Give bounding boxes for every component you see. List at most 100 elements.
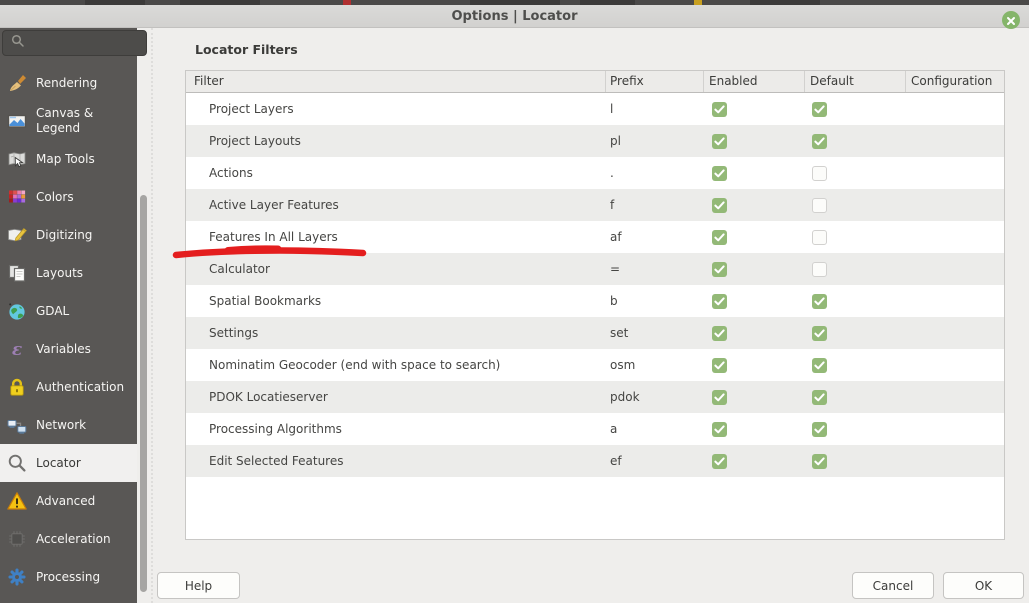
checked-checkbox[interactable] [712, 454, 727, 469]
cancel-button[interactable]: Cancel [852, 572, 934, 599]
checked-checkbox[interactable] [712, 198, 727, 213]
filter-name-cell: PDOK Locatieserver [186, 390, 606, 404]
sidebar-item-variables[interactable]: ε Variables [0, 330, 137, 368]
sidebar: RenderingCanvas & LegendMap ToolsColorsD… [0, 28, 137, 603]
table-row-project-layers[interactable]: Project Layersl [186, 93, 1004, 125]
column-header-configuration[interactable]: Configuration [906, 71, 1004, 92]
filter-name-cell: Project Layouts [186, 134, 606, 148]
table-row-edit-selected-features[interactable]: Edit Selected Featuresef [186, 445, 1004, 477]
splitter-handle[interactable] [151, 28, 153, 603]
enabled-cell [704, 454, 805, 469]
checked-checkbox[interactable] [812, 390, 827, 405]
sidebar-item-locator[interactable]: Locator [0, 444, 137, 482]
column-header-filter[interactable]: Filter [186, 71, 606, 92]
checked-checkbox[interactable] [812, 358, 827, 373]
titlebar[interactable]: Options | Locator [0, 5, 1029, 28]
table-row-nominatim-geocoder-end-with-space-to-search[interactable]: Nominatim Geocoder (end with space to se… [186, 349, 1004, 381]
close-button[interactable] [1002, 11, 1020, 29]
enabled-cell [704, 262, 805, 277]
table-row-processing-algorithms[interactable]: Processing Algorithmsa [186, 413, 1004, 445]
table-row-calculator[interactable]: Calculator= [186, 253, 1004, 285]
sidebar-item-advanced[interactable]: Advanced [0, 482, 137, 520]
warning-icon [7, 491, 27, 511]
column-header-prefix[interactable]: Prefix [606, 71, 704, 92]
unchecked-checkbox[interactable] [812, 166, 827, 181]
checked-checkbox[interactable] [712, 102, 727, 117]
checked-checkbox[interactable] [712, 294, 727, 309]
sidebar-item-label: Variables [36, 342, 134, 357]
enabled-cell [704, 390, 805, 405]
sidebar-search-input[interactable] [2, 30, 147, 56]
ok-button[interactable]: OK [943, 572, 1024, 599]
paintbrush-icon [7, 73, 27, 93]
default-cell [805, 422, 906, 437]
sidebar-item-label: Layouts [36, 266, 134, 281]
sidebar-item-rendering[interactable]: Rendering [0, 64, 137, 102]
sidebar-item-acceleration[interactable]: Acceleration [0, 520, 137, 558]
table-row-spatial-bookmarks[interactable]: Spatial Bookmarksb [186, 285, 1004, 317]
default-cell [805, 454, 906, 469]
layouts-icon [7, 263, 27, 283]
unchecked-checkbox[interactable] [812, 262, 827, 277]
default-cell [805, 294, 906, 309]
sidebar-item-label: Advanced [36, 494, 134, 509]
default-cell [805, 358, 906, 373]
checked-checkbox[interactable] [712, 230, 727, 245]
globe-icon [7, 301, 27, 321]
sidebar-item-gdal[interactable]: GDAL [0, 292, 137, 330]
column-header-default[interactable]: Default [805, 71, 906, 92]
epsilon-icon: ε [7, 339, 27, 359]
checked-checkbox[interactable] [712, 358, 727, 373]
sidebar-item-layouts[interactable]: Layouts [0, 254, 137, 292]
sidebar-nav: RenderingCanvas & LegendMap ToolsColorsD… [0, 64, 137, 596]
sidebar-item-processing[interactable]: Processing [0, 558, 137, 596]
sidebar-item-label: Processing [36, 570, 134, 585]
enabled-cell [704, 230, 805, 245]
checked-checkbox[interactable] [712, 262, 727, 277]
checked-checkbox[interactable] [712, 390, 727, 405]
close-icon [1006, 11, 1016, 30]
prefix-cell: set [606, 326, 704, 340]
filter-name-cell: Project Layers [186, 102, 606, 116]
unchecked-checkbox[interactable] [812, 198, 827, 213]
prefix-cell: l [606, 102, 704, 116]
prefix-cell: b [606, 294, 704, 308]
prefix-cell: af [606, 230, 704, 244]
prefix-cell: f [606, 198, 704, 212]
checked-checkbox[interactable] [712, 134, 727, 149]
enabled-cell [704, 198, 805, 213]
sidebar-item-label: Acceleration [36, 532, 134, 547]
sidebar-item-map-tools[interactable]: Map Tools [0, 140, 137, 178]
table-row-pdok-locatieserver[interactable]: PDOK Locatieserverpdok [186, 381, 1004, 413]
unchecked-checkbox[interactable] [812, 230, 827, 245]
prefix-cell: pl [606, 134, 704, 148]
checked-checkbox[interactable] [712, 326, 727, 341]
checked-checkbox[interactable] [812, 326, 827, 341]
sidebar-scrollbar[interactable] [140, 195, 147, 592]
default-cell [805, 198, 906, 213]
table-row-features-in-all-layers[interactable]: Features In All Layersaf [186, 221, 1004, 253]
enabled-cell [704, 166, 805, 181]
table-row-project-layouts[interactable]: Project Layoutspl [186, 125, 1004, 157]
checked-checkbox[interactable] [812, 454, 827, 469]
table-row-actions[interactable]: Actions. [186, 157, 1004, 189]
checked-checkbox[interactable] [712, 166, 727, 181]
sidebar-item-canvas-legend[interactable]: Canvas & Legend [0, 102, 137, 140]
checked-checkbox[interactable] [812, 422, 827, 437]
sidebar-item-colors[interactable]: Colors [0, 178, 137, 216]
network-icon [7, 415, 27, 435]
table-row-active-layer-features[interactable]: Active Layer Featuresf [186, 189, 1004, 221]
sidebar-item-authentication[interactable]: Authentication [0, 368, 137, 406]
sidebar-item-network[interactable]: Network [0, 406, 137, 444]
checked-checkbox[interactable] [712, 422, 727, 437]
enabled-cell [704, 358, 805, 373]
sidebar-item-digitizing[interactable]: Digitizing [0, 216, 137, 254]
help-button[interactable]: Help [157, 572, 240, 599]
color-palette-icon [7, 187, 27, 207]
checked-checkbox[interactable] [812, 102, 827, 117]
enabled-cell [704, 326, 805, 341]
column-header-enabled[interactable]: Enabled [704, 71, 805, 92]
checked-checkbox[interactable] [812, 134, 827, 149]
checked-checkbox[interactable] [812, 294, 827, 309]
table-row-settings[interactable]: Settingsset [186, 317, 1004, 349]
